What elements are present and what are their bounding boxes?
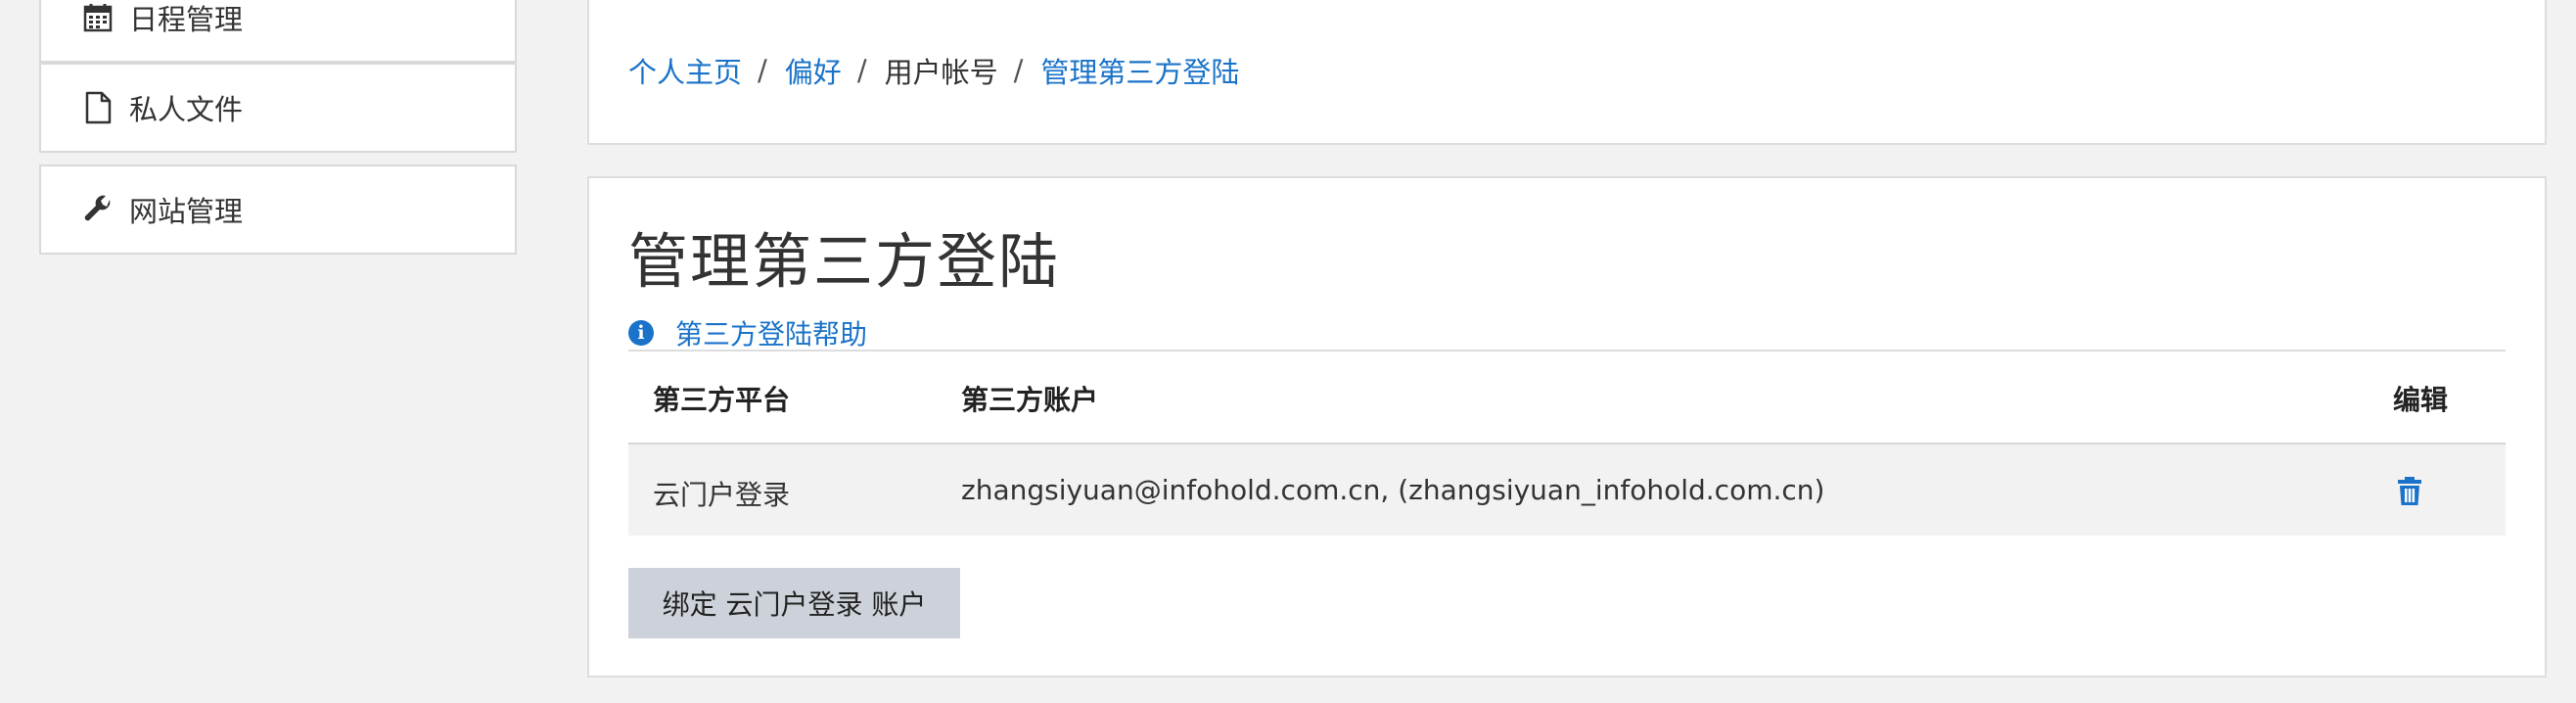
column-header-account: 第三方账户 bbox=[961, 384, 1099, 416]
cell-platform: 云门户登录 bbox=[653, 479, 791, 511]
sidebar-item-private-files[interactable]: 私人文件 bbox=[39, 63, 517, 153]
sidebar-item-label: 日程管理 bbox=[129, 3, 244, 36]
bind-account-button[interactable]: 绑定 云门户登录 账户 bbox=[628, 568, 960, 638]
wrench-icon bbox=[80, 192, 115, 227]
main-content: 个人主页 / 偏好 / 用户帐号 / 管理第三方登陆 管理第三方登陆 i 第三方… bbox=[558, 0, 2576, 703]
sidebar-item-calendar[interactable]: 日程管理 bbox=[39, 0, 517, 63]
info-icon: i bbox=[628, 320, 654, 346]
sidebar-item-site-admin[interactable]: 网站管理 bbox=[39, 164, 517, 255]
sidebar-item-label: 网站管理 bbox=[129, 195, 244, 228]
help-link-label: 第三方登陆帮助 bbox=[675, 318, 868, 351]
cell-account: zhangsiyuan@infohold.com.cn, (zhangsiyua… bbox=[961, 474, 1825, 506]
file-icon bbox=[80, 90, 115, 125]
column-header-platform: 第三方平台 bbox=[653, 384, 791, 416]
help-link[interactable]: i 第三方登陆帮助 bbox=[628, 313, 867, 352]
sidebar: 日程管理 私人文件 网站管理 bbox=[0, 0, 558, 703]
trash-icon[interactable] bbox=[2396, 476, 2423, 507]
table-top-divider bbox=[628, 350, 2506, 352]
sidebar-item-label: 私人文件 bbox=[129, 93, 244, 126]
column-header-edit: 编辑 bbox=[2393, 384, 2449, 416]
calendar-icon bbox=[80, 0, 115, 35]
page-title: 管理第三方登陆 bbox=[628, 227, 1061, 297]
content-card: 管理第三方登陆 i 第三方登陆帮助 第三方平台 第三方账户 编辑 云门户登录 z… bbox=[587, 176, 2547, 678]
